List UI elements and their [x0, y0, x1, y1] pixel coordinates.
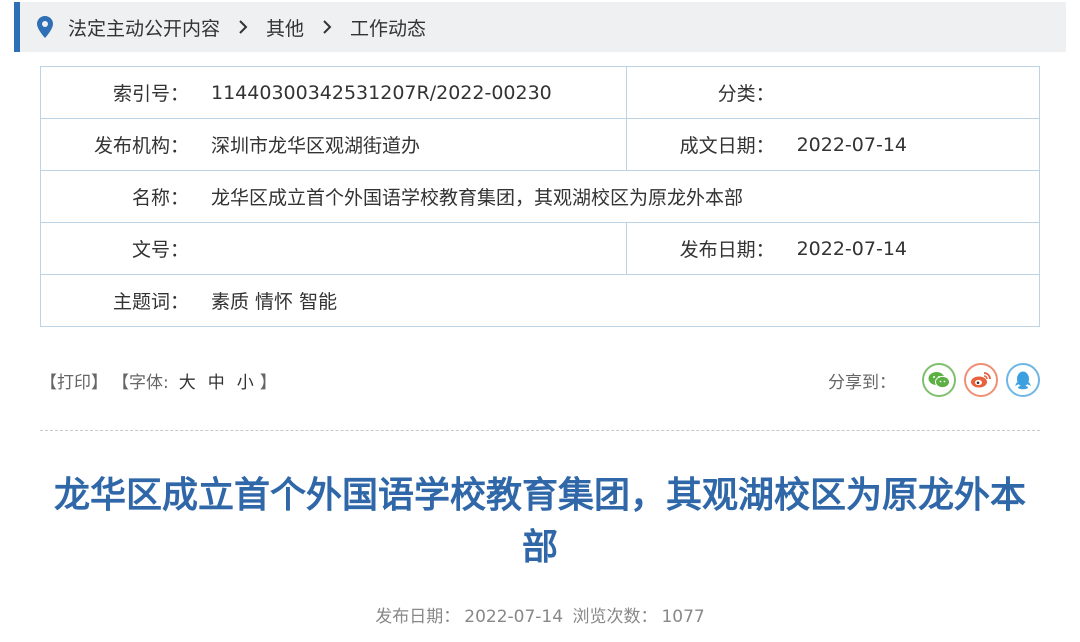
- index-cell: 索引号： 11440300342531207R/2022-00230: [40, 66, 627, 119]
- published-date-label: 发布日期：: [679, 239, 775, 261]
- chevron-right-icon: [322, 19, 332, 35]
- keywords-value: 素质 情怀 智能: [211, 291, 338, 313]
- meta-date-label: 发布日期：: [375, 607, 461, 627]
- font-small-button[interactable]: 小: [237, 368, 254, 393]
- print-button[interactable]: 打印: [57, 368, 91, 393]
- created-date-value: 2022-07-14: [796, 133, 907, 156]
- share-bar: 分享到：: [828, 363, 1040, 397]
- keywords-label: 主题词：: [112, 291, 189, 313]
- dashed-divider: [40, 430, 1040, 431]
- published-date-value: 2022-07-14: [796, 237, 907, 260]
- name-label: 名称：: [131, 187, 189, 209]
- article-tools: 【打印】 【字体: 大 中 小】 分享到：: [40, 360, 1040, 400]
- meta-date-value: 2022-07-14: [464, 607, 564, 627]
- meta-views-label: 浏览次数：: [572, 607, 658, 627]
- share-label: 分享到：: [828, 372, 896, 393]
- issuer-value: 深圳市龙华区观湖街道办: [211, 135, 421, 157]
- qq-icon[interactable]: [1006, 363, 1040, 397]
- article-meta: 发布日期： 2022-07-14 浏览次数： 1077: [0, 602, 1080, 627]
- category-label: 分类：: [717, 83, 775, 105]
- name-value: 龙华区成立首个外国语学校教育集团，其观湖校区为原龙外本部: [211, 187, 744, 209]
- docno-cell: 文号：: [40, 222, 627, 275]
- meta-views-value: 1077: [661, 607, 705, 627]
- font-medium-button[interactable]: 中: [208, 368, 225, 393]
- issuer-cell: 发布机构： 深圳市龙华区观湖街道办: [40, 118, 627, 171]
- published-date-cell: 发布日期： 2022-07-14: [625, 222, 1041, 275]
- category-cell: 分类：: [625, 66, 1041, 119]
- article-title: 龙华区成立首个外国语学校教育集团，其观湖校区为原龙外本部: [53, 475, 1026, 568]
- created-date-label: 成文日期：: [679, 135, 775, 157]
- location-pin-icon: [34, 14, 56, 40]
- name-cell: 名称： 龙华区成立首个外国语学校教育集团，其观湖校区为原龙外本部: [40, 170, 1040, 223]
- index-label: 索引号：: [112, 83, 189, 105]
- docno-label: 文号：: [131, 239, 189, 261]
- wechat-icon[interactable]: [922, 363, 956, 397]
- index-value: 11440300342531207R/2022-00230: [211, 81, 552, 104]
- breadcrumb-item-other[interactable]: 其他: [266, 14, 304, 41]
- created-date-cell: 成文日期： 2022-07-14: [625, 118, 1041, 171]
- breadcrumb-item-public-content[interactable]: 法定主动公开内容: [68, 14, 220, 41]
- chevron-right-icon: [238, 19, 248, 35]
- font-size-label: 字体:: [129, 372, 169, 393]
- font-large-button[interactable]: 大: [179, 368, 196, 393]
- tool-links: 【打印】 【字体: 大 中 小】: [40, 368, 277, 393]
- breadcrumb-item-work-news[interactable]: 工作动态: [350, 14, 426, 41]
- keywords-cell: 主题词： 素质 情怀 智能: [40, 274, 1040, 327]
- weibo-icon[interactable]: [964, 363, 998, 397]
- document-info-table: 索引号： 11440300342531207R/2022-00230 分类： 发…: [40, 66, 1041, 327]
- breadcrumb: 法定主动公开内容 其他 工作动态: [14, 2, 1066, 52]
- issuer-label: 发布机构：: [93, 135, 189, 157]
